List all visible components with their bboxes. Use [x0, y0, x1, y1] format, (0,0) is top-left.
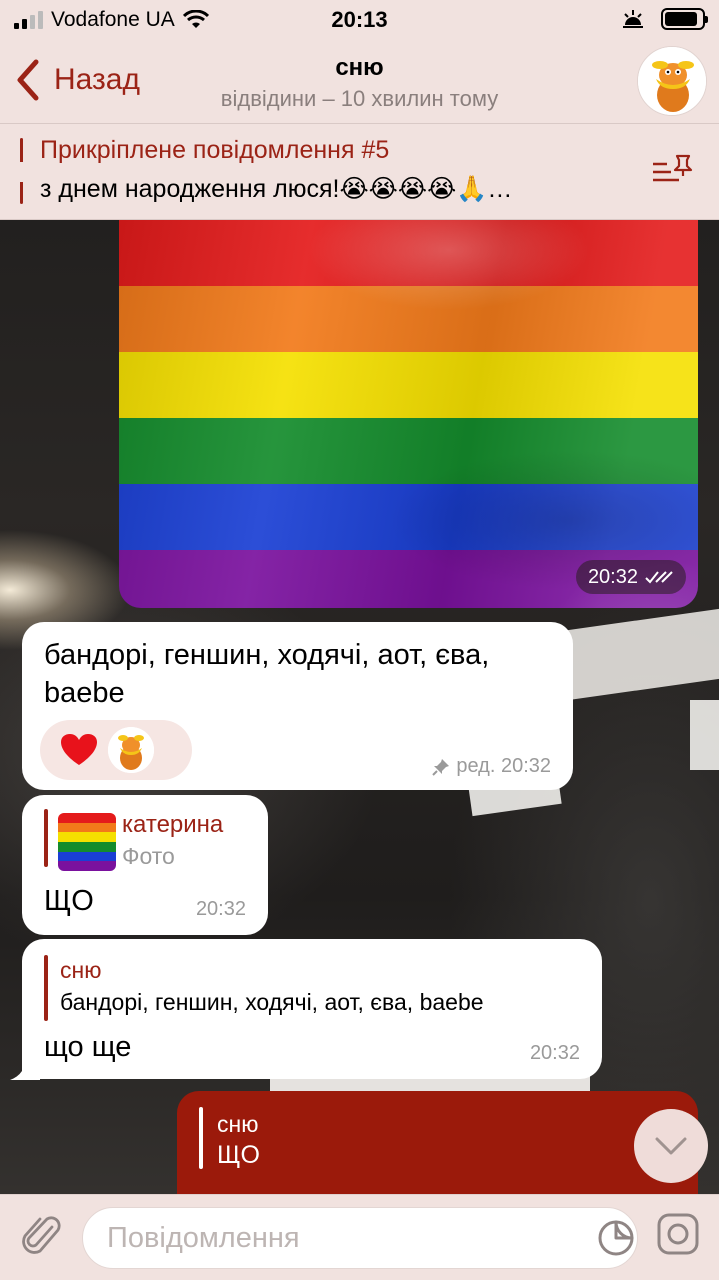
thumb-stripe: [58, 851, 116, 862]
incoming-message[interactable]: катерина Фото ЩО 20:32: [22, 795, 268, 935]
incoming-message[interactable]: сню бандорі, геншин, ходячі, аот, єва, b…: [22, 939, 602, 1079]
heart-icon: [61, 734, 97, 765]
chevron-down-icon: [655, 1137, 687, 1155]
chat-title[interactable]: сню: [0, 54, 719, 82]
photo-message[interactable]: 20:32: [119, 220, 698, 608]
pinned-title: Прикріплене повідомлення #5: [40, 136, 390, 164]
message-text: що ще: [44, 1031, 132, 1063]
bubble-tail: [10, 1056, 40, 1080]
message-time-badge: 20:32: [575, 560, 686, 594]
reply-photo-thumbnail: [58, 813, 116, 871]
message-input-bar: Повідомлення: [0, 1194, 719, 1280]
battery-icon: [661, 8, 708, 30]
message-time: 20:32: [529, 1042, 580, 1064]
message-input[interactable]: Повідомлення: [82, 1207, 638, 1269]
edited-time: ред. 20:32: [456, 755, 551, 777]
pinned-text: з днем народження люся!😭😭😭😭🙏…: [40, 175, 513, 203]
scroll-to-bottom-button[interactable]: [634, 1109, 708, 1183]
message-text: бандорі, геншин, ходячі, аот, єва, baebe: [44, 639, 490, 709]
message-text: ЩО: [44, 885, 94, 917]
reply-indicator-bar: [44, 955, 48, 1021]
clock: 20:13: [331, 7, 388, 32]
thumb-stripe: [58, 861, 116, 871]
alarm-icon: [623, 10, 643, 28]
camera-icon[interactable]: [655, 1211, 701, 1257]
last-seen-status: відвідини – 10 хвилин тому: [220, 86, 499, 111]
pinned-message-banner[interactable]: Прикріплене повідомлення #5 з днем народ…: [0, 124, 719, 220]
reaction-chip[interactable]: [40, 720, 192, 780]
reply-quote: бандорі, геншин, ходячі, аот, єва, baebe: [60, 989, 484, 1015]
outgoing-message[interactable]: сню ЩО: [177, 1091, 698, 1211]
lorax-avatar-image: [638, 47, 706, 115]
reply-author: сню: [217, 1111, 259, 1137]
chat-header: Назад сню відвідини – 10 хвилин тому: [0, 40, 719, 124]
incoming-message[interactable]: бандорі, геншин, ходячі, аот, єва, baebe…: [22, 622, 573, 790]
message-meta: ред. 20:32: [432, 755, 551, 778]
battery-level: [665, 12, 698, 26]
reactor-avatar: [108, 727, 154, 773]
status-bar: Vodafone UA 20:13: [0, 0, 719, 40]
double-check-icon: [645, 571, 673, 584]
pin-icon: [432, 758, 450, 776]
message-time: 20:32: [195, 898, 246, 920]
pinned-list-icon[interactable]: [651, 154, 693, 188]
message-time: 20:32: [587, 565, 638, 588]
wallpaper-highlight: [690, 700, 719, 770]
thumb-stripe: [58, 813, 116, 823]
sticker-icon[interactable]: [597, 1219, 635, 1257]
reply-author: сню: [60, 957, 102, 983]
thumb-stripe: [58, 822, 116, 833]
reply-author: катерина: [122, 811, 224, 838]
reply-indicator-bar: [199, 1107, 203, 1169]
pinned-indicator-bar: [20, 138, 23, 204]
reply-quote: ЩО: [217, 1141, 260, 1169]
reply-indicator-bar: [44, 809, 48, 867]
reply-type: Фото: [122, 843, 175, 869]
thumb-stripe: [58, 841, 116, 852]
thumb-stripe: [58, 832, 116, 842]
paperclip-icon[interactable]: [22, 1213, 62, 1259]
contact-avatar[interactable]: [637, 46, 707, 116]
flag-shading: [119, 220, 698, 608]
